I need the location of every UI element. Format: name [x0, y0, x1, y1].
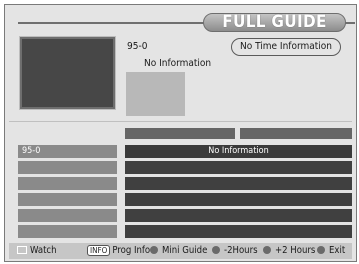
- time-info-badge: No Time Information: [231, 38, 341, 56]
- video-preview: [19, 36, 116, 110]
- color-dot-icon: [317, 246, 325, 254]
- color-dot-icon: [263, 246, 271, 254]
- title-divider-right: [345, 22, 355, 24]
- channel-cell[interactable]: [18, 209, 117, 222]
- exit-button[interactable]: Exit: [317, 243, 345, 259]
- program-cell[interactable]: [125, 225, 352, 238]
- color-dot-icon: [150, 246, 158, 254]
- prog-info-button[interactable]: INFO Prog Info: [87, 243, 150, 259]
- plus-2-hours-button[interactable]: +2 Hours: [263, 243, 315, 259]
- enter-icon: [17, 246, 27, 254]
- watch-label: Watch: [30, 245, 57, 256]
- channel-cell[interactable]: [18, 225, 117, 238]
- program-cell[interactable]: [125, 161, 352, 174]
- channel-cell[interactable]: 95-0: [18, 145, 117, 158]
- color-dot-icon: [212, 246, 220, 254]
- watch-button[interactable]: Watch: [17, 243, 57, 259]
- program-cell[interactable]: [125, 193, 352, 206]
- exit-label: Exit: [329, 245, 346, 256]
- title-divider: [18, 22, 204, 24]
- program-cell[interactable]: [125, 177, 352, 190]
- prog-info-label: Prog Info: [112, 245, 151, 256]
- program-cell[interactable]: [125, 209, 352, 222]
- current-program-info: No Information: [144, 58, 212, 69]
- plus-2-hours-label: +2 Hours: [275, 245, 316, 256]
- program-thumbnail: [126, 72, 185, 116]
- section-divider: [9, 121, 352, 122]
- minus-2-hours-label: -2Hours: [224, 245, 258, 256]
- channel-cell[interactable]: [18, 177, 117, 190]
- current-channel: 95-0: [127, 41, 148, 52]
- minus-2-hours-button[interactable]: -2Hours: [212, 243, 258, 259]
- mini-guide-button[interactable]: Mini Guide: [150, 243, 207, 259]
- page-title: FULL GUIDE: [203, 13, 346, 32]
- button-legend: Watch INFO Prog Info Mini Guide -2Hours +…: [9, 243, 352, 259]
- program-cell[interactable]: No Information: [125, 145, 352, 158]
- mini-guide-label: Mini Guide: [162, 245, 208, 256]
- channel-cell[interactable]: [18, 193, 117, 206]
- timeslot-header-1: [125, 128, 235, 139]
- timeslot-header-2: [240, 128, 352, 139]
- info-key-icon: INFO: [87, 245, 111, 256]
- channel-cell[interactable]: [18, 161, 117, 174]
